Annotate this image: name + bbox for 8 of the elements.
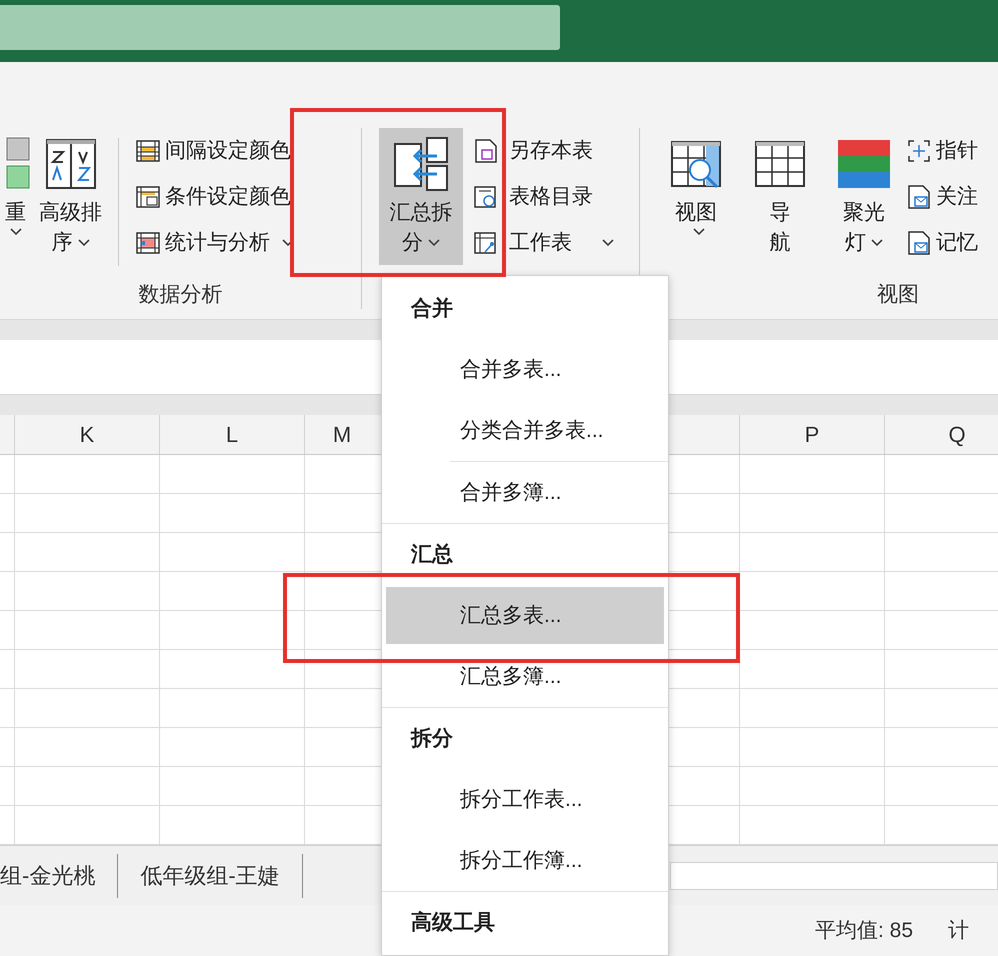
menu-heading: 汇总 bbox=[410, 542, 454, 568]
group-label: 视图 bbox=[877, 282, 919, 308]
menu-heading: 拆分 bbox=[410, 726, 454, 752]
menu-heading: 高级工具 bbox=[410, 910, 496, 936]
menu-heading: 合并 bbox=[410, 296, 454, 322]
status-text: 平均值: 85 bbox=[815, 918, 914, 944]
status-text: 计 bbox=[948, 918, 970, 944]
group-label: 数据分析 bbox=[138, 282, 222, 308]
